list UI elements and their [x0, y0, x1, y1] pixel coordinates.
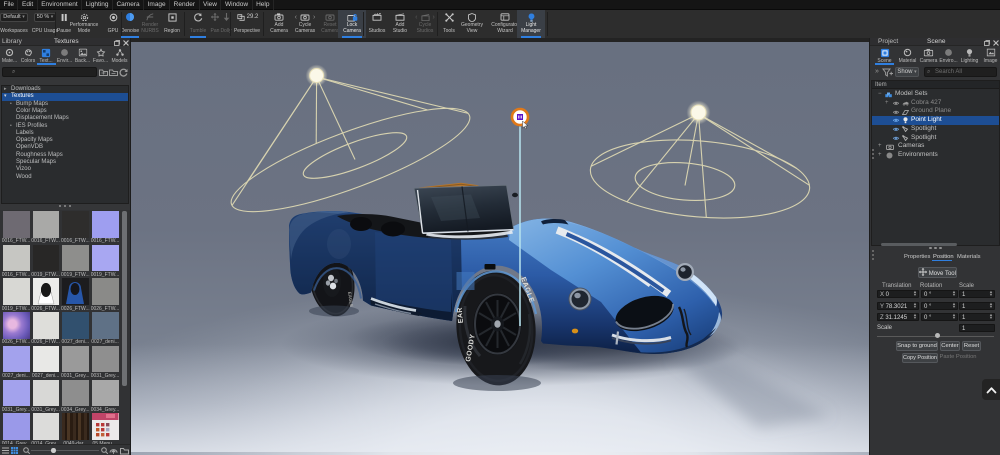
- svg-text:EAR: EAR: [457, 307, 465, 324]
